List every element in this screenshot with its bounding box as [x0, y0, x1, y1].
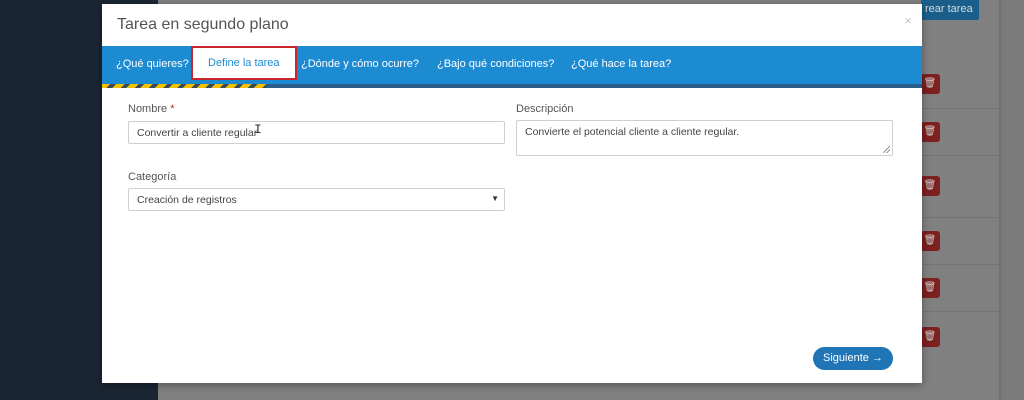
- chevron-down-icon: ▼: [491, 194, 499, 203]
- create-task-button[interactable]: rear tarea: [921, 0, 979, 20]
- delete-icon[interactable]: 🗑: [920, 231, 940, 251]
- next-button[interactable]: Siguiente →: [813, 347, 893, 370]
- required-mark: *: [170, 103, 175, 115]
- descripcion-label: Descripción: [516, 103, 574, 115]
- delete-icon[interactable]: 🗑: [920, 122, 940, 142]
- modal-title: Tarea en segundo plano: [117, 16, 289, 33]
- tab-donde-y-como-ocurre[interactable]: ¿Dónde y cómo ocurre?: [301, 46, 419, 84]
- tab-que-quieres[interactable]: ¿Qué quieres?: [116, 46, 189, 84]
- delete-icon[interactable]: 🗑: [920, 176, 940, 196]
- wizard-tab-bar: ¿Qué quieres? Define la tarea ¿Dónde y c…: [102, 46, 922, 84]
- text-cursor-icon: I: [254, 122, 262, 137]
- tab-bajo-que-condiciones[interactable]: ¿Bajo qué condiciones?: [437, 46, 554, 84]
- delete-icon[interactable]: 🗑: [920, 74, 940, 94]
- delete-icon[interactable]: 🗑: [920, 278, 940, 298]
- nombre-label-text: Nombre: [128, 103, 168, 115]
- categoria-selected-value: Creación de registros: [137, 194, 237, 206]
- resize-handle-icon[interactable]: [883, 146, 890, 153]
- wizard-progress-bar: [102, 84, 922, 88]
- nombre-input[interactable]: Convertir a cliente regular: [128, 121, 505, 144]
- categoria-select[interactable]: Creación de registros ▼: [128, 188, 505, 211]
- nombre-label: Nombre *: [128, 103, 174, 115]
- tab-define-la-tarea[interactable]: Define la tarea: [191, 46, 297, 80]
- delete-icon[interactable]: 🗑: [920, 327, 940, 347]
- wizard-progress-fill: [102, 84, 266, 88]
- page-scrollbar[interactable]: [1000, 0, 1024, 400]
- categoria-label: Categoría: [128, 171, 177, 183]
- descripcion-value: Convierte el potencial cliente a cliente…: [525, 126, 740, 138]
- descripcion-textarea[interactable]: Convierte el potencial cliente a cliente…: [516, 120, 893, 156]
- task-wizard-modal: Tarea en segundo plano × ¿Qué quieres? D…: [102, 4, 922, 383]
- tab-que-hace-la-tarea[interactable]: ¿Qué hace la tarea?: [571, 46, 671, 84]
- close-icon[interactable]: ×: [904, 13, 912, 28]
